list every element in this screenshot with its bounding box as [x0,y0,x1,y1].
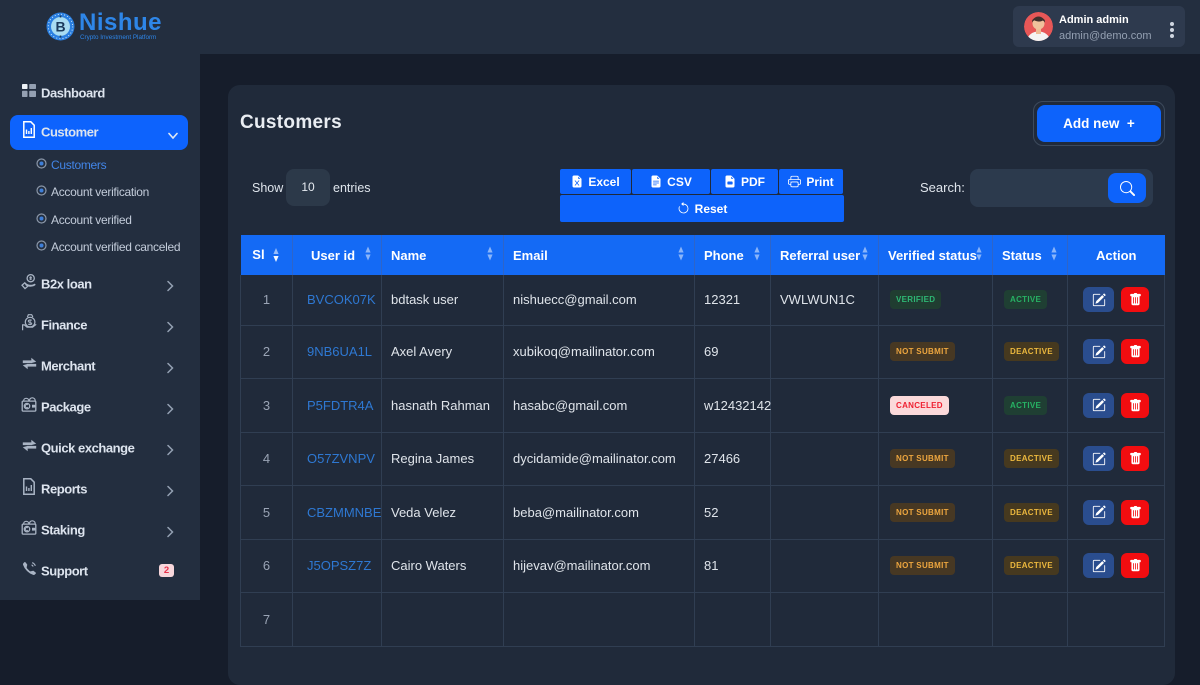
svg-text:B: B [55,19,65,35]
